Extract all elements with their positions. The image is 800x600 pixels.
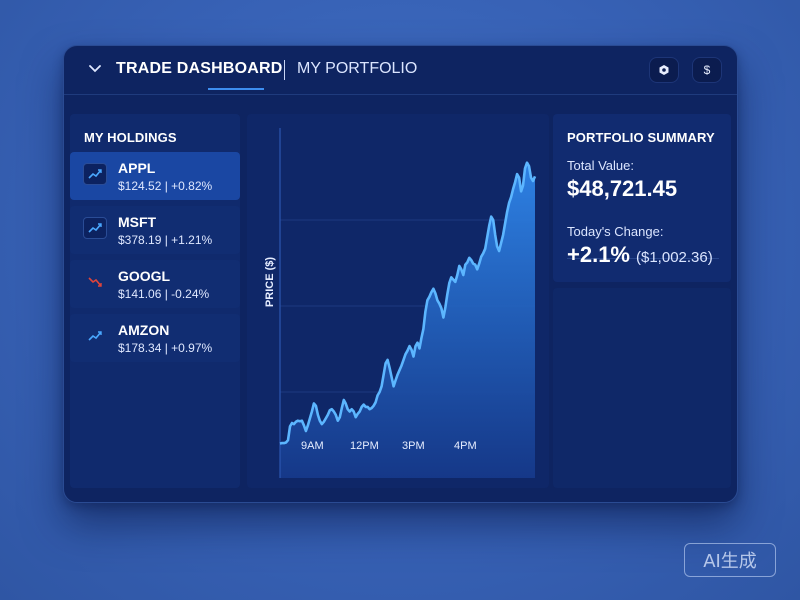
settings-button[interactable] — [649, 57, 679, 83]
dollar-icon: $ — [703, 63, 711, 77]
holding-item-amzon[interactable]: AMZON $178.34 | +0.97% — [70, 314, 240, 362]
holding-symbol: MSFT — [118, 214, 157, 230]
holding-symbol: AMZON — [118, 322, 170, 338]
x-tick-label: 3PM — [402, 440, 425, 452]
holding-item-appl[interactable]: APPL $124.52 | +0.82% — [70, 152, 240, 200]
todays-change: +2.1% ($1,002.36) — [567, 242, 713, 268]
trend-up-icon — [83, 217, 107, 239]
holding-value: $141.06 | -0.24% — [118, 287, 210, 301]
holding-item-googl[interactable]: GOOGL $141.06 | -0.24% — [70, 260, 240, 308]
settings-icon — [659, 65, 669, 75]
header-divider — [64, 94, 737, 95]
trend-down-icon — [83, 271, 107, 293]
trend-up-icon — [83, 163, 107, 185]
holdings-title: MY HOLDINGS — [84, 130, 177, 145]
change-amount: ($1,002.36) — [636, 249, 713, 266]
holding-value: $378.19 | +1.21% — [118, 233, 213, 247]
total-value-label: Total Value: — [567, 158, 634, 173]
chevron-down-icon — [89, 65, 101, 73]
holding-value: $124.52 | +0.82% — [118, 179, 213, 193]
tab-my-portfolio[interactable]: MY PORTFOLIO — [297, 60, 417, 78]
currency-button[interactable]: $ — [692, 57, 722, 83]
header-bar: TRADE DASHBOARD MY PORTFOLIO $ — [64, 46, 737, 94]
x-tick-label: 9AM — [301, 440, 324, 452]
x-tick-label: 4PM — [454, 440, 477, 452]
x-tick-label: 12PM — [350, 440, 379, 452]
holding-item-msft[interactable]: MSFT $378.19 | +1.21% — [70, 206, 240, 254]
todays-change-label: Today's Change: — [567, 224, 664, 239]
change-percent: +2.1% — [567, 242, 630, 267]
title-separator — [284, 60, 285, 80]
trend-up-icon — [83, 325, 107, 347]
dashboard-window: TRADE DASHBOARD MY PORTFOLIO $ MY HOLDIN… — [63, 45, 738, 503]
summary-title: PORTFOLIO SUMMARY — [567, 130, 715, 145]
price-chart — [279, 128, 537, 478]
holding-value: $178.34 | +0.97% — [118, 341, 213, 355]
holding-symbol: APPL — [118, 160, 156, 176]
page-title: TRADE DASHBOARD — [116, 60, 283, 77]
collapse-button[interactable] — [86, 60, 104, 78]
ai-generated-watermark: AI生成 — [684, 543, 776, 577]
summary-panel-empty — [553, 288, 731, 488]
total-value: $48,721.45 — [567, 176, 678, 201]
active-tab-indicator — [208, 88, 264, 90]
holding-symbol: GOOGL — [118, 268, 171, 284]
price-area-fill — [280, 162, 535, 478]
